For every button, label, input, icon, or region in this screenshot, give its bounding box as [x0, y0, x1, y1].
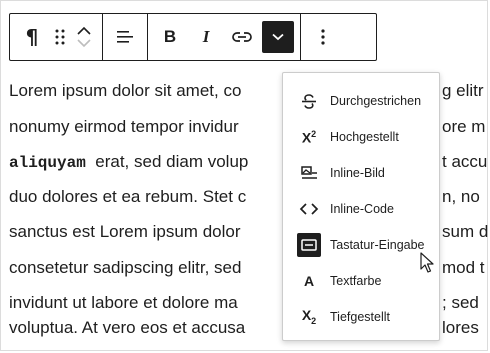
superscript-icon: X2 [297, 125, 321, 149]
align-left-icon [117, 31, 133, 43]
inline-code: aliquyam [9, 154, 86, 172]
link-button[interactable] [226, 21, 258, 53]
text-line-end: ; sed [442, 293, 479, 312]
align-button[interactable] [109, 21, 141, 53]
menu-item-label: Hochgestellt [330, 130, 399, 144]
menu-item-inline-code[interactable]: Inline-Code [283, 191, 439, 227]
text-line-end: lores [442, 318, 479, 337]
menu-item-subscript[interactable]: X2 Tiefgestellt [283, 299, 439, 335]
text-line: sanctus est Lorem ipsum dolor [9, 222, 241, 241]
text-line-end: n, no [442, 187, 480, 206]
text-line-end: sum d [442, 222, 489, 241]
keyboard-icon [297, 233, 321, 257]
block-tools-group: ¶ [10, 14, 102, 60]
menu-item-strikethrough[interactable]: Durchgestrichen [283, 83, 439, 119]
menu-item-label: Durchgestrichen [330, 94, 422, 108]
menu-item-inline-image[interactable]: Inline-Bild [283, 155, 439, 191]
more-options-icon [321, 29, 325, 45]
formatting-group: B I [147, 14, 300, 60]
menu-item-text-color[interactable]: A Textfarbe [283, 263, 439, 299]
alignment-group [102, 14, 147, 60]
text-line-end: g elitr [442, 81, 484, 100]
menu-item-label: Textfarbe [330, 274, 382, 288]
text-line-end: ore m [442, 117, 486, 136]
bold-icon: B [163, 27, 177, 46]
text-line-end: t accu [442, 152, 488, 171]
link-icon [232, 32, 252, 42]
text-line: duo dolores et ea rebum. Stet c [9, 187, 247, 206]
superscript-mark: 2 [311, 128, 317, 139]
drag-handle-button[interactable] [48, 21, 72, 53]
menu-item-superscript[interactable]: X2 Hochgestellt [283, 119, 439, 155]
menu-item-label: Tastatur-Eingabe [330, 238, 425, 252]
move-up-button[interactable] [77, 26, 91, 35]
chevron-down-icon [272, 33, 284, 41]
subscript-icon: X2 [297, 305, 321, 329]
text-line: invidunt ut labore et dolore ma [9, 293, 238, 312]
drag-handle-icon [55, 29, 65, 45]
menu-item-label: Inline-Code [330, 202, 394, 216]
text-line: Lorem ipsum dolor sit amet, co [9, 81, 242, 100]
inline-image-icon [297, 161, 321, 185]
text-color-glyph: A [303, 273, 315, 289]
options-group [300, 14, 345, 60]
code-icon [297, 197, 321, 221]
italic-button[interactable]: I [190, 21, 222, 53]
subscript-mark: 2 [311, 315, 317, 326]
text-fragment: erat, sed diam volup [95, 152, 249, 171]
menu-item-label: Tiefgestellt [330, 310, 390, 324]
paragraph-icon: ¶ [25, 25, 39, 49]
text-line: aliquyam erat, sed diam volup [9, 152, 248, 173]
move-up-down-icon [72, 19, 96, 55]
text-line: nonumy eirmod tempor invidur [9, 117, 239, 136]
block-toolbar: ¶ B I [9, 13, 377, 61]
text-line: voluptua. At vero eos et accusa [9, 318, 246, 337]
subscript-glyph: X [301, 307, 312, 324]
strikethrough-icon [297, 89, 321, 113]
italic-icon: I [202, 27, 210, 46]
move-down-button[interactable] [77, 39, 91, 48]
bold-button[interactable]: B [154, 21, 186, 53]
menu-item-label: Inline-Bild [330, 166, 385, 180]
more-formatting-button[interactable] [262, 21, 294, 53]
paragraph-block-button[interactable]: ¶ [16, 21, 48, 53]
more-formatting-menu: Durchgestrichen X2 Hochgestellt Inline-B… [282, 72, 440, 341]
options-button[interactable] [307, 21, 339, 53]
mouse-cursor-icon [420, 252, 434, 273]
menu-item-keyboard-input[interactable]: Tastatur-Eingabe [283, 227, 439, 263]
text-line: consetetur sadipscing elitr, sed [9, 258, 242, 277]
text-line-end: mod t [442, 258, 485, 277]
superscript-glyph: X [301, 129, 312, 146]
text-color-icon: A [297, 269, 321, 293]
